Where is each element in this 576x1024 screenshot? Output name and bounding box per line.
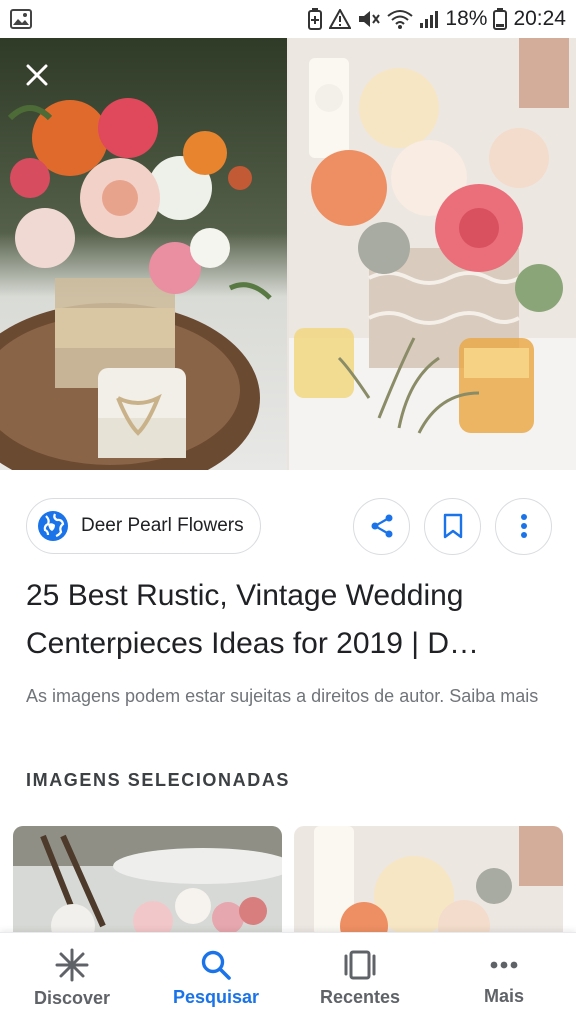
share-icon — [371, 514, 392, 538]
recents-icon — [344, 950, 376, 980]
bookmark-icon — [443, 513, 462, 539]
nav-label: Mais — [483, 986, 525, 1006]
nav-search[interactable]: Pesquisar — [144, 933, 288, 1024]
nav-label: Pesquisar — [172, 987, 260, 1007]
status-bar: 18% 20:24 — [0, 0, 576, 38]
action-buttons — [353, 497, 552, 555]
more-options-button[interactable] — [495, 497, 552, 555]
related-image-thumbnail[interactable] — [294, 826, 563, 936]
source-row: Deer Pearl Flowers — [26, 497, 552, 555]
asterisk-icon — [55, 948, 89, 982]
close-button[interactable] — [20, 58, 54, 92]
mute-icon — [357, 9, 381, 29]
source-name: Deer Pearl Flowers — [81, 515, 244, 536]
search-icon — [201, 950, 231, 980]
share-button[interactable] — [353, 497, 410, 555]
alert-triangle-icon — [329, 9, 352, 29]
bottom-navigation: Discover Pesquisar Recentes Mais — [0, 932, 576, 1024]
nav-recents[interactable]: Recentes — [288, 933, 432, 1024]
copyright-notice: As imagens podem estar sujeitas a direit… — [26, 686, 539, 706]
related-image-thumbnail[interactable] — [13, 826, 282, 936]
related-images — [0, 826, 576, 936]
lace-flower-centerpiece-photo — [289, 38, 576, 470]
image-viewer[interactable] — [0, 38, 576, 470]
gallery-notification-icon — [10, 9, 32, 29]
globe-icon — [38, 511, 68, 541]
rustic-flower-centerpiece-photo — [0, 38, 287, 470]
battery-icon — [493, 8, 508, 30]
more-horiz-icon — [490, 961, 518, 969]
nav-discover[interactable]: Discover — [0, 933, 144, 1024]
close-icon — [26, 64, 48, 86]
nav-label: Recentes — [319, 987, 401, 1007]
battery-percentage: 18% — [445, 7, 488, 30]
battery-saver-icon — [307, 8, 323, 30]
wifi-icon — [387, 9, 414, 29]
source-chip[interactable]: Deer Pearl Flowers — [26, 498, 261, 554]
clock: 20:24 — [513, 7, 566, 30]
signal-icon — [419, 9, 439, 29]
save-button[interactable] — [424, 497, 481, 555]
more-vert-icon — [520, 514, 527, 538]
nav-more[interactable]: Mais — [432, 933, 576, 1024]
section-heading: IMAGENS SELECIONADAS — [26, 770, 291, 790]
page-title[interactable]: 25 Best Rustic, Vintage Wedding Centerpi… — [26, 572, 556, 668]
nav-label: Discover — [33, 988, 111, 1008]
